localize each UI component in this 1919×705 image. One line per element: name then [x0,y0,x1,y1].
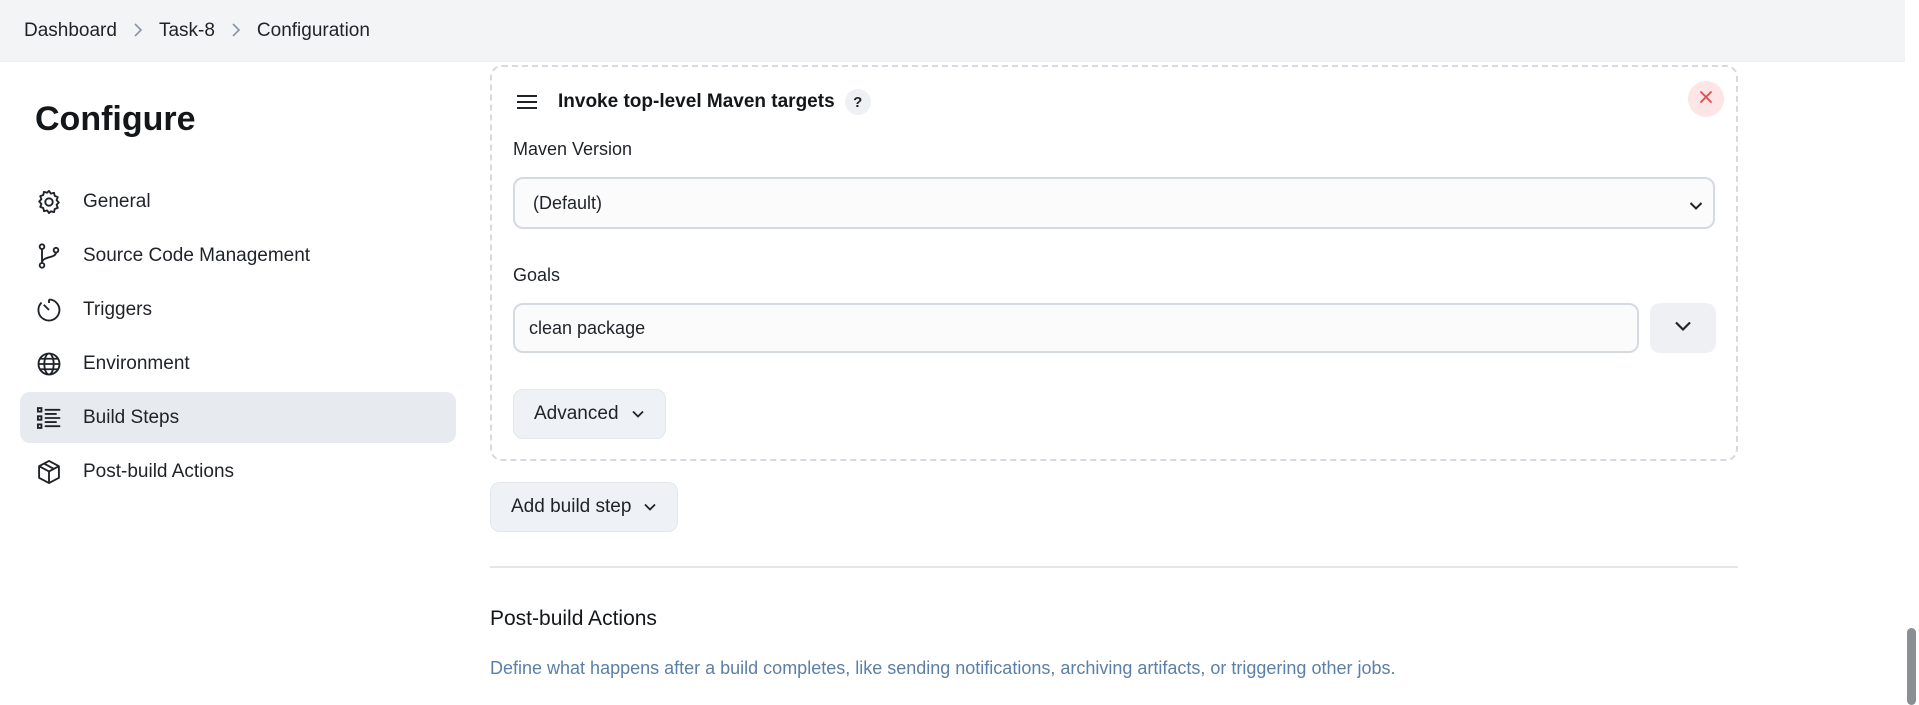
chevron-right-icon [117,20,159,42]
advanced-label: Advanced [534,403,619,424]
maven-version-label: Maven Version [513,139,633,159]
breadcrumb-dashboard[interactable]: Dashboard [24,20,117,42]
sidebar-item-post-build-actions[interactable]: Post-build Actions [20,446,456,497]
post-build-description: Define what happens after a build comple… [490,658,1396,678]
sidebar-item-general[interactable]: General [20,176,456,227]
maven-version-select[interactable]: (Default) [513,177,1715,229]
sidebar-item-label: Triggers [83,298,152,320]
globe-icon [35,350,63,378]
drag-handle-icon[interactable] [512,87,542,117]
add-build-step-button[interactable]: Add build step [490,482,679,532]
delete-step-button[interactable] [1688,81,1724,117]
sidebar-item-label: Build Steps [83,406,180,428]
sidebar-item-label: General [83,190,151,212]
build-step-card: Invoke top-level Maven targets ? Maven V… [490,65,1738,461]
list-icon [35,404,63,432]
sidebar-item-label: Source Code Management [83,244,311,266]
close-icon [1699,90,1713,109]
gear-icon [35,188,63,216]
scrollbar-thumb[interactable] [1907,628,1916,705]
sidebar-item-label: Post-build Actions [83,460,235,482]
branch-icon [35,242,63,270]
goals-expand-button[interactable] [1650,303,1716,353]
chevron-right-icon [215,20,257,42]
package-icon [35,458,63,486]
breadcrumb-task[interactable]: Task-8 [159,20,215,42]
goals-label: Goals [513,265,561,285]
sidebar-nav: General Source Code Management Triggers … [20,176,456,497]
chevron-down-icon [1689,195,1703,216]
chevron-down-icon [644,503,657,511]
sidebar-item-environment[interactable]: Environment [20,338,456,389]
page-title: Configure [35,100,196,138]
scrollbar[interactable] [1905,0,1919,705]
goals-value: clean package [529,317,646,338]
timer-icon [35,296,63,324]
chevron-down-icon [631,410,644,418]
add-build-step-label: Add build step [511,496,632,517]
breadcrumb: Dashboard Task-8 Configuration [0,0,1905,62]
sidebar: Configure General Source Code Management… [20,62,456,500]
goals-input[interactable]: clean package [513,303,1639,353]
breadcrumb-configuration[interactable]: Configuration [257,20,370,42]
sidebar-item-label: Environment [83,352,190,374]
sidebar-item-source-code-management[interactable]: Source Code Management [20,230,456,281]
section-divider [490,566,1738,568]
build-step-header: Invoke top-level Maven targets ? [512,87,871,117]
chevron-down-icon [1674,319,1692,337]
maven-version-value: (Default) [533,192,603,213]
advanced-button[interactable]: Advanced [513,389,666,439]
sidebar-item-triggers[interactable]: Triggers [20,284,456,335]
build-step-title: Invoke top-level Maven targets [558,91,835,112]
help-button[interactable]: ? [844,89,871,115]
sidebar-item-build-steps[interactable]: Build Steps [20,392,456,443]
post-build-section-title: Post-build Actions [490,607,657,630]
